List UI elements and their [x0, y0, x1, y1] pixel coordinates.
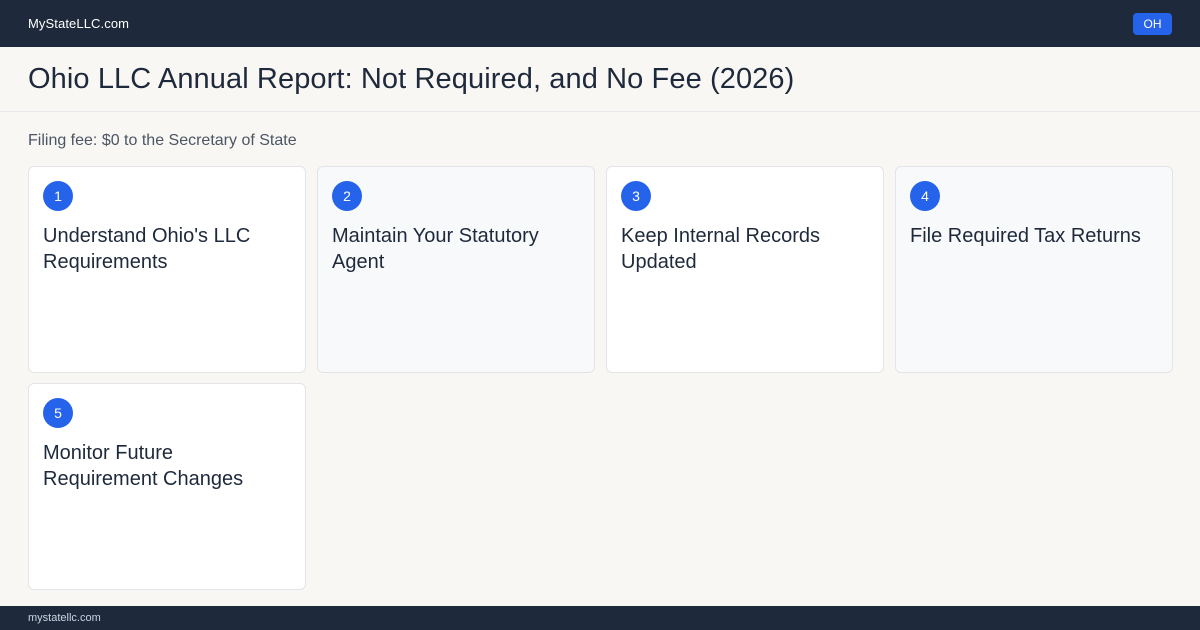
- step-title: Keep Internal Records Updated: [621, 225, 821, 273]
- top-bar: MyStateLLC.com OH: [0, 0, 1200, 47]
- page-title: Ohio LLC Annual Report: Not Required, an…: [28, 62, 795, 95]
- step-card-1: 1 Understand Ohio's LLC Requirements: [28, 166, 306, 373]
- state-badge[interactable]: OH: [1133, 12, 1172, 35]
- step-card-5: 5 Monitor Future Requirement Changes: [28, 383, 306, 590]
- footer-bar: mystatellc.com: [0, 606, 1200, 630]
- step-card-4: 4 File Required Tax Returns: [895, 166, 1173, 373]
- title-band: Ohio LLC Annual Report: Not Required, an…: [0, 47, 1200, 112]
- step-number-badge: 5: [43, 398, 73, 428]
- step-cards: 1 Understand Ohio's LLC Requirements 2 M…: [28, 166, 1173, 590]
- step-title: File Required Tax Returns: [910, 225, 1141, 247]
- filing-fee-line: Filing fee: $0 to the Secretary of State: [28, 132, 297, 149]
- footer-site-url[interactable]: mystatellc.com: [28, 612, 101, 624]
- step-number-badge: 2: [332, 181, 362, 211]
- step-title: Understand Ohio's LLC Requirements: [43, 225, 251, 273]
- step-number-badge: 4: [910, 181, 940, 211]
- step-title: Maintain Your Statutory Agent: [332, 225, 539, 273]
- step-card-3: 3 Keep Internal Records Updated: [606, 166, 884, 373]
- site-brand[interactable]: MyStateLLC.com: [28, 16, 129, 31]
- step-number-badge: 3: [621, 181, 651, 211]
- step-number-badge: 1: [43, 181, 73, 211]
- step-title: Monitor Future Requirement Changes: [43, 442, 244, 490]
- step-card-2: 2 Maintain Your Statutory Agent: [317, 166, 595, 373]
